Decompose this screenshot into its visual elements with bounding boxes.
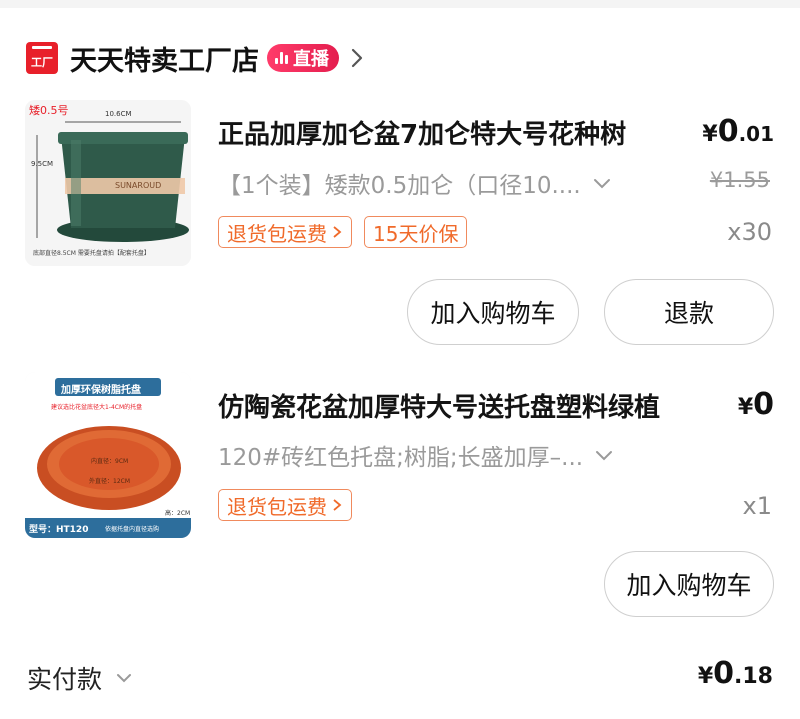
product-title[interactable]: 仿陶瓷花盆加厚特大号送托盘塑料绿植 <box>218 387 660 424</box>
product-title[interactable]: 正品加厚加仑盆7加仑特大号花种树 <box>218 114 626 151</box>
variant-selector[interactable]: 120#砖红色托盘;树脂;长盛加厚–... <box>218 438 615 472</box>
price-protection-tag[interactable]: 15天价保 <box>364 216 468 248</box>
height-label: 9.5CM <box>31 160 54 168</box>
variant-selector[interactable]: 【1个装】矮款0.5加仑（口径10.... <box>218 166 613 200</box>
model-badge: 型号：HT120 <box>29 525 89 535</box>
height-label: 高：2CM <box>165 510 191 517</box>
chevron-down-icon <box>593 179 610 189</box>
tray-subtitle: 建议选比花盆底径大1-4CM的托盘 <box>51 404 143 411</box>
original-price: ¥1.55 <box>709 168 770 192</box>
chevron-right-icon <box>333 226 342 238</box>
product-price: ¥0 <box>737 387 774 422</box>
shop-logo-icon: 工厂 <box>26 42 58 74</box>
amount-paid-toggle[interactable]: 实付款 <box>27 660 134 696</box>
chevron-right-icon[interactable] <box>345 46 369 70</box>
live-badge[interactable]: 直播 <box>267 44 339 72</box>
service-tags: 退货包运费 <box>218 489 352 521</box>
model-note: 依据托盘内直径选购 <box>105 526 160 533</box>
live-signal-icon <box>275 52 288 64</box>
total-amount: ¥0.18 <box>697 656 773 691</box>
tag-label: 15天价保 <box>373 221 459 246</box>
flower-pot-image <box>25 100 191 266</box>
refund-button[interactable]: 退款 <box>604 279 774 345</box>
service-tags: 退货包运费 15天价保 <box>218 216 468 248</box>
bottom-note: 底部直径8.5CM 需要托盘请拍【配套托盘】 <box>33 250 150 257</box>
quantity: x1 <box>742 492 772 520</box>
amount-paid-label: 实付款 <box>27 665 103 694</box>
tag-label: 退货包运费 <box>227 494 327 519</box>
add-to-cart-button[interactable]: 加入购物车 <box>604 551 774 617</box>
add-to-cart-button[interactable]: 加入购物车 <box>407 279 579 345</box>
product-price: ¥0.01 <box>702 114 774 149</box>
chevron-down-icon <box>596 451 613 461</box>
top-bar <box>0 0 800 8</box>
tag-label: 退货包运费 <box>227 221 327 246</box>
variant-text: 【1个装】矮款0.5加仑（口径10.... <box>218 173 581 199</box>
width-label: 10.6CM <box>105 110 132 118</box>
product-image[interactable]: 加厚环保树脂托盘 建议选比花盆底径大1-4CM的托盘 内直径：9CM 外直径：1… <box>25 372 191 538</box>
size-tag: 矮0.5号 <box>29 104 69 117</box>
live-badge-label: 直播 <box>293 49 329 70</box>
free-return-shipping-tag[interactable]: 退货包运费 <box>218 216 352 248</box>
shop-header[interactable]: 工厂 天天特卖工厂店 直播 <box>26 38 369 78</box>
quantity: x30 <box>727 218 772 246</box>
tray-banner: 加厚环保树脂托盘 <box>61 385 141 396</box>
chevron-right-icon <box>333 499 342 511</box>
shop-name[interactable]: 天天特卖工厂店 <box>70 39 259 78</box>
shop-logo-text: 工厂 <box>31 56 53 69</box>
free-return-shipping-tag[interactable]: 退货包运费 <box>218 489 352 521</box>
variant-text: 120#砖红色托盘;树脂;长盛加厚–... <box>218 445 584 471</box>
inner-diameter-label: 内直径：9CM <box>91 458 129 465</box>
brand-label: SUNAROUD <box>115 181 162 190</box>
chevron-down-icon <box>117 674 132 683</box>
outer-diameter-label: 外直径：12CM <box>89 478 131 485</box>
product-image[interactable]: 矮0.5号 10.6CM 9.5CM SUNAROUD 底部直径8.5CM 需要… <box>25 100 191 266</box>
